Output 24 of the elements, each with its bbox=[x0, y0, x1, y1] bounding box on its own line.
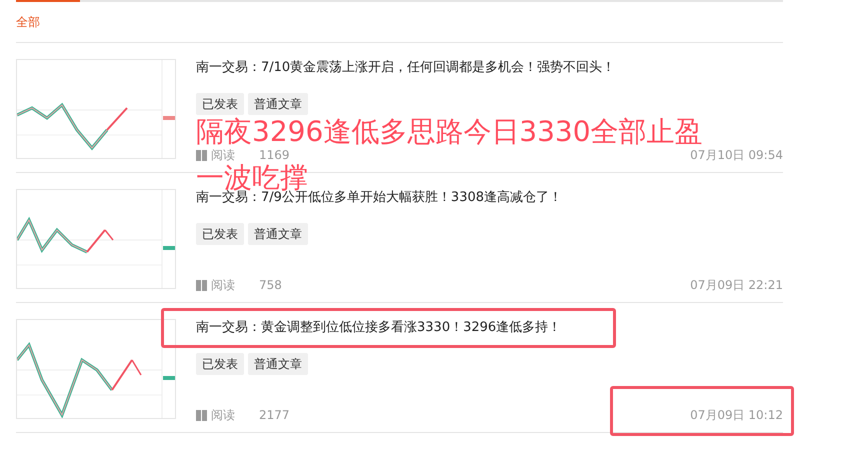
book-icon bbox=[196, 410, 207, 420]
tab[interactable]: 全部 bbox=[16, 13, 40, 31]
read-label: 阅读 bbox=[211, 407, 235, 424]
tag: 已发表 bbox=[196, 223, 244, 245]
read-label: 阅读 bbox=[211, 277, 235, 294]
date: 07月09日 22:21 bbox=[690, 277, 783, 294]
tag: 已发表 bbox=[196, 353, 244, 375]
tag: 普通文章 bbox=[248, 353, 308, 375]
read-count: 758 bbox=[259, 277, 282, 294]
read-count: 2177 bbox=[259, 407, 290, 424]
tag: 普通文章 bbox=[248, 223, 308, 245]
book-icon bbox=[196, 280, 207, 290]
tag: 已发表 bbox=[196, 93, 244, 115]
article-title[interactable]: 南一交易：7/10黄金震荡上涨开启，任何回调都是多机会！强势不回头！ bbox=[196, 59, 783, 77]
book-icon bbox=[196, 150, 207, 160]
overlay-note: 隔夜3296逢低多思路今日3330全部止盈 bbox=[196, 118, 703, 146]
read-label: 阅读 bbox=[211, 147, 235, 164]
read-count: 1169 bbox=[259, 147, 290, 164]
date: 07月10日 09:54 bbox=[690, 147, 783, 164]
article-title[interactable]: 南一交易：7/9公开低位多单开始大幅获胜！3308逢高减仓了！ bbox=[196, 189, 783, 207]
tag: 普通文章 bbox=[248, 93, 308, 115]
article-title[interactable]: 南一交易：黄金调整到位低位接多看涨3330！3296逢低多持！ bbox=[196, 319, 783, 337]
overlay-note: 一波吃撑 bbox=[196, 164, 308, 192]
date: 07月09日 10:12 bbox=[690, 407, 783, 424]
